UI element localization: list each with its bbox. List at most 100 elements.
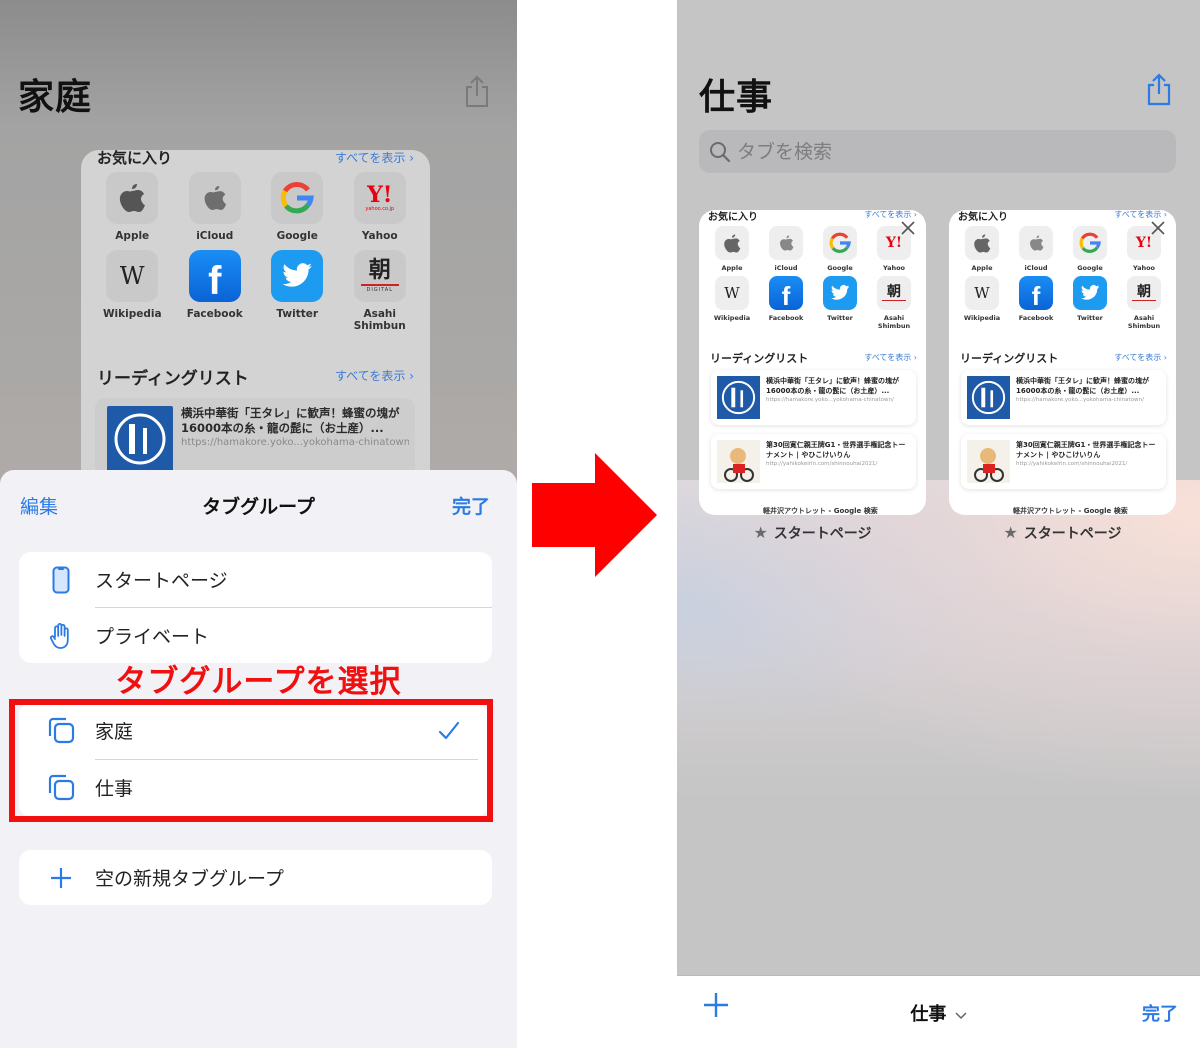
reading-list-heading: リーディングリスト [960,352,1059,365]
facebook-icon: f [188,250,241,302]
favorite-label: iCloud [196,230,234,242]
apple-icon [1019,226,1053,260]
reading-list-item: 第30回寛仁親王牌G1・世界選手権記念トーナメント | やひこけいりん http… [711,434,916,489]
tab-search-field[interactable] [699,130,1176,173]
favorites-heading: お気に入り [958,212,1008,223]
article-thumbnail [717,376,760,419]
favorite-apple[interactable]: Apple [91,172,174,242]
article-title: 横浜中華街「王タレ」に歓声！蜂蜜の塊が16000本の糸・龍の髭に（お土産）... [766,377,899,395]
right-screen: 仕事 お気に入り すべてを表示 › Apple iCloud Google Y!… [677,0,1200,1048]
share-icon[interactable] [462,74,492,108]
left-screen: 家庭 お気に入り すべてを表示 › Apple iCloud Google Y!… [0,0,517,1048]
favorite-label: Yahoo [1132,264,1156,272]
favorite-label: Asahi Shimbun [1127,314,1161,330]
favorite-twitter[interactable]: Twitter [256,250,339,332]
facebook-icon: f [1019,276,1053,310]
article-url: https://hamakore.yoko...yokohama-chinato… [1016,397,1144,403]
asahi-icon: 朝 [877,276,911,310]
close-tab-icon[interactable] [1150,220,1166,236]
google-icon [1073,226,1107,260]
facebook-icon: f [769,276,803,310]
tab-card[interactable]: お気に入り すべてを表示 › Apple iCloud Google Y! Yah… [699,210,926,515]
tab-title: スタートページ [1023,526,1122,542]
twitter-icon [1073,276,1107,310]
bottom-toolbar: 仕事 完了 [677,975,1200,1048]
tab-card[interactable]: お気に入り すべてを表示 › Apple iCloud Google Y! Yah… [949,210,1176,515]
favorite-wikipedia: W Wikipedia [955,276,1009,330]
reading-list-item-partial: 軽井沢アウトレット - Google 検索 [1013,507,1128,515]
favorites-heading: お気に入り [708,212,758,223]
search-icon [710,141,731,162]
favorite-label: Apple [971,264,993,272]
favorite-yahoo[interactable]: Y! yahoo.co.jp Yahoo [339,172,422,242]
group-row-private[interactable]: プライベート [19,608,492,663]
reading-list-item-partial: 軽井沢アウトレット - Google 検索 [763,507,878,515]
favorite-asahi[interactable]: 朝 DIGITAL Asahi Shimbun [339,250,422,332]
reading-list-item: 横浜中華街「王タレ」に歓声！蜂蜜の塊が16000本の糸・龍の髭に（お土産）...… [961,370,1166,425]
reading-list-item: 第30回寛仁親王牌G1・世界選手権記念トーナメント | やひこけいりん http… [961,434,1166,489]
favorite-label: Google [276,230,318,242]
asahi-icon: 朝 DIGITAL [353,250,406,302]
favorite-icloud[interactable]: iCloud [174,172,257,242]
favorite-label: Asahi Shimbun [877,314,911,330]
favorite-label: Google [827,264,853,272]
sheet-title: タブグループ [202,496,315,518]
done-button[interactable]: 完了 [1142,1000,1178,1026]
favorite-wikipedia[interactable]: W Wikipedia [91,250,174,332]
favorite-label: Yahoo [361,230,398,242]
favorite-icloud: iCloud [1009,226,1063,272]
tab-search-input[interactable] [737,140,1137,163]
close-tab-icon[interactable] [900,220,916,236]
tab-label: ★ スタートページ [699,523,926,543]
tab-title: スタートページ [773,526,872,542]
favorite-wikipedia: W Wikipedia [705,276,759,330]
favorite-google: Google [813,226,867,272]
tab-group-title: 仕事 [699,77,774,118]
twitter-icon [823,276,857,310]
wikipedia-icon: W [715,276,749,310]
favorite-facebook: f Facebook [1009,276,1063,330]
favorite-label: Facebook [1018,314,1054,322]
google-icon [271,172,324,224]
reading-list-item: 横浜中華街「王タレ」に歓声！蜂蜜の塊が16000本の糸・龍の髭に（お土産）...… [711,370,916,425]
favorite-label: Wikipedia [102,308,162,320]
default-groups-list: スタートページ プライベート [19,552,492,663]
phone-icon [43,565,79,595]
favorites-grid: Apple iCloud Google Y! Yahoo W Wikipedia f… [955,226,1171,330]
article-thumbnail [717,440,760,483]
star-icon: ★ [1003,523,1018,542]
favorite-label: Yahoo [882,264,906,272]
favorite-facebook: f Facebook [759,276,813,330]
favorite-google[interactable]: Google [256,172,339,242]
reading-list-show-all-link: すべてを表示 › [1114,353,1167,362]
group-label: スタートページ [95,570,228,592]
reading-list-item[interactable]: 横浜中華街「王タレ」に歓声！蜂蜜の塊が16000本の糸・龍の髭に（お土産）...… [95,398,415,476]
favorite-label: Asahi Shimbun [353,308,406,332]
chevron-down-icon [955,1012,967,1020]
share-icon[interactable] [1144,72,1174,106]
favorite-label: Twitter [1077,314,1103,322]
favorite-label: Facebook [186,308,243,320]
article-title: 第30回寛仁親王牌G1・世界選手権記念トーナメント | やひこけいりん [1016,441,1156,459]
tab-label: ★ スタートページ [949,523,1176,543]
favorite-label: Apple [115,230,150,242]
tab-group-switcher[interactable]: 仕事 [677,1000,1200,1026]
new-empty-tab-group-button[interactable]: 空の新規タブグループ [19,850,492,905]
star-icon: ★ [753,523,768,542]
group-row-start-page[interactable]: スタートページ [19,552,492,607]
favorites-show-all-link: すべてを表示 › [1114,210,1167,219]
reading-list-show-all-link: すべてを表示 › [864,353,917,362]
new-group-label: 空の新規タブグループ [95,868,284,890]
done-button[interactable]: 完了 [452,492,490,519]
article-title: 横浜中華街「王タレ」に歓声！蜂蜜の塊が16000本の糸・龍の髭に（お土産）... [181,406,400,435]
wikipedia-icon: W [965,276,999,310]
apple-icon [106,172,159,224]
article-thumbnail [107,406,173,472]
reading-list-show-all-link[interactable]: すべてを表示 › [335,367,414,384]
favorites-show-all-link[interactable]: すべてを表示 › [335,150,414,166]
new-group-section: 空の新規タブグループ [19,850,492,905]
favorite-asahi: 朝 Asahi Shimbun [867,276,921,330]
favorite-apple: Apple [955,226,1009,272]
favorite-facebook[interactable]: f Facebook [174,250,257,332]
article-url: https://hamakore.yoko...yokohama-chinato… [766,397,894,403]
